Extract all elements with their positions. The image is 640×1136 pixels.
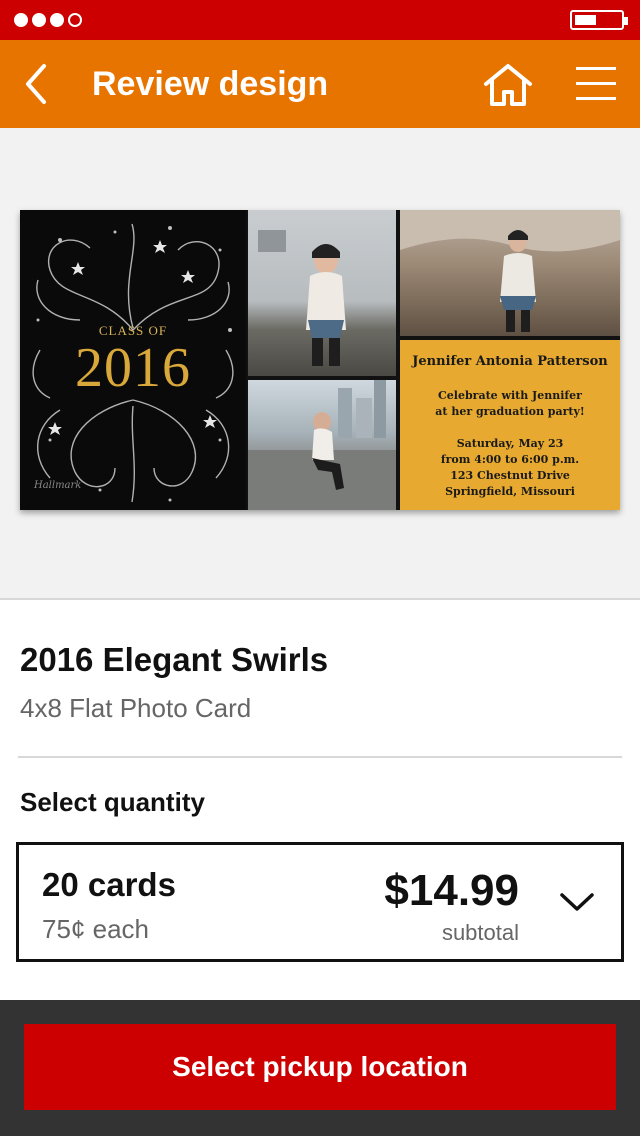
year-text: 2016 — [75, 337, 191, 399]
invitation-name: Jennifer Antonia Patterson — [412, 354, 608, 369]
design-preview-area: CLASS OF 2016 Hallmark Jennifer Antonia … — [0, 128, 640, 600]
footer-bar: Select pickup location — [0, 1000, 640, 1136]
quantity-count: 20 cards — [42, 866, 176, 903]
hallmark-logo: Hallmark — [34, 480, 82, 491]
invitation-line-1: Celebrate with Jennifer — [438, 389, 582, 402]
invitation-date: Saturday, May 23 — [456, 437, 564, 450]
battery-icon — [570, 10, 628, 30]
invitation-line-2: at her graduation party! — [435, 405, 585, 418]
home-icon — [484, 64, 532, 106]
quantity-label: Select quantity — [20, 787, 205, 817]
card-preview[interactable]: CLASS OF 2016 Hallmark Jennifer Antonia … — [20, 210, 620, 510]
product-title: 2016 Elegant Swirls — [20, 641, 329, 678]
invitation-address: 123 Chestnut Drive — [450, 469, 570, 482]
status-bar — [0, 0, 640, 40]
chevron-down-icon[interactable] — [559, 889, 595, 915]
back-button[interactable] — [18, 62, 58, 106]
nav-bar: Review design — [0, 40, 640, 128]
invitation-city: Springfield, Missouri — [445, 485, 575, 498]
divider — [18, 756, 622, 758]
signal-strength-icon — [14, 13, 82, 27]
quantity-select[interactable]: 20 cards 75¢ each $14.99 subtotal — [16, 842, 624, 962]
photo-2 — [248, 380, 396, 510]
home-button[interactable] — [482, 62, 534, 108]
subtotal-label: subtotal — [441, 920, 519, 945]
subtotal-price: $14.99 — [384, 866, 519, 915]
invitation-text-panel: Jennifer Antonia Patterson Celebrate wit… — [400, 340, 620, 510]
menu-button[interactable] — [574, 64, 618, 104]
quantity-unit-price: 75¢ each — [42, 914, 149, 944]
page-title: Review design — [92, 65, 329, 103]
select-pickup-location-button[interactable]: Select pickup location — [24, 1024, 616, 1110]
chevron-left-icon — [26, 64, 46, 104]
invitation-time: from 4:00 to 6:00 p.m. — [440, 453, 580, 466]
product-subtitle: 4x8 Flat Photo Card — [20, 693, 252, 723]
swirl-design-panel: CLASS OF 2016 Hallmark — [20, 210, 246, 510]
photo-3 — [400, 210, 620, 336]
hamburger-menu-icon — [576, 67, 616, 100]
photo-1 — [248, 210, 396, 376]
